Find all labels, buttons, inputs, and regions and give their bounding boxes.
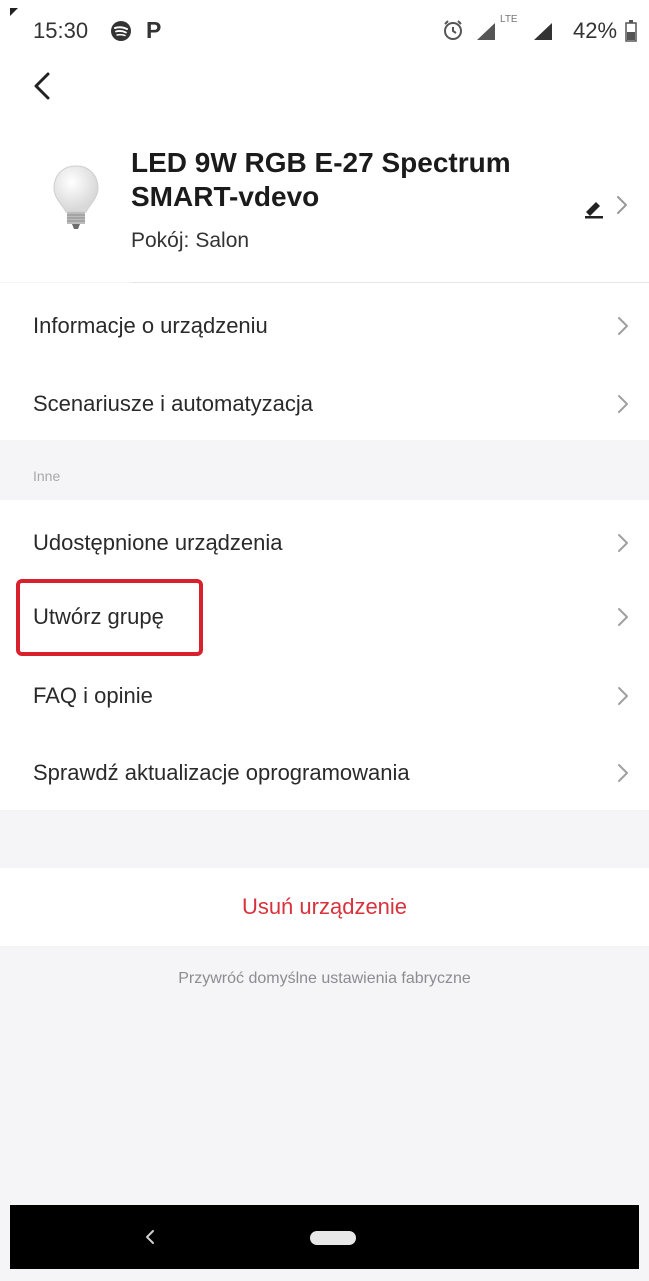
- menu-item-label: Sprawdź aktualizacje oprogramowania: [33, 760, 410, 785]
- chevron-right-icon: [618, 395, 628, 413]
- chevron-right-icon: [618, 687, 628, 705]
- menu-item-shared-devices[interactable]: Udostępnione urządzenia: [0, 504, 649, 582]
- menu-item-device-info[interactable]: Informacje o urządzeniu: [0, 287, 649, 365]
- remove-device-button[interactable]: Usuń urządzenie: [0, 868, 649, 946]
- edit-device-button[interactable]: [582, 190, 632, 220]
- nav-back-icon[interactable]: [138, 1225, 162, 1249]
- lte-label: LTE: [500, 14, 518, 25]
- room-value: Salon: [195, 229, 250, 252]
- status-bar: 15:30 P LTE 42%: [0, 0, 649, 62]
- menu-item-label: FAQ i opinie: [33, 683, 153, 708]
- chevron-right-icon: [618, 317, 628, 335]
- menu-item-label: Udostępnione urządzenia: [33, 530, 283, 555]
- device-room: Pokój: Salon: [131, 229, 249, 253]
- highlight-box: [16, 579, 203, 656]
- battery-icon: [625, 20, 637, 42]
- menu-item-firmware-update[interactable]: Sprawdź aktualizacje oprogramowania: [0, 734, 649, 812]
- menu-item-faq[interactable]: FAQ i opinie: [0, 657, 649, 735]
- navigation-bar: [10, 1205, 639, 1269]
- room-label: Pokój:: [131, 229, 190, 252]
- battery-percentage: 42%: [573, 18, 618, 43]
- menu-item-label: Scenariusze i automatyzacja: [33, 391, 314, 416]
- chevron-right-icon: [618, 608, 628, 626]
- alarm-icon: [444, 20, 462, 40]
- chevron-right-icon: [618, 534, 628, 552]
- signal-icon: [477, 23, 495, 40]
- device-menu-section: Informacje o urządzeniu Scenariusze i au…: [0, 283, 649, 440]
- chevron-right-icon: [618, 764, 628, 782]
- p-icon: P: [146, 17, 162, 43]
- signal-icon: [534, 23, 552, 40]
- status-corner-mark: [10, 8, 18, 16]
- device-header: LED 9W RGB E-27 Spectrum SMART-vdevo Pok…: [0, 62, 649, 282]
- section-title-other: Inne: [33, 468, 61, 484]
- nav-home-button[interactable]: [310, 1231, 356, 1245]
- menu-item-scenes-automation[interactable]: Scenariusze i automatyzacja: [0, 365, 649, 443]
- device-name: LED 9W RGB E-27 Spectrum SMART-vdevo: [131, 147, 511, 212]
- spotify-icon: [111, 21, 131, 41]
- status-time: 15:30: [33, 18, 89, 43]
- menu-item-label: Informacje o urządzeniu: [33, 313, 268, 338]
- bulb-icon: [53, 165, 99, 229]
- factory-reset-link[interactable]: Przywróć domyślne ustawienia fabryczne: [0, 970, 649, 996]
- back-button[interactable]: [24, 66, 64, 106]
- remove-device-label: Usuń urządzenie: [241, 894, 408, 919]
